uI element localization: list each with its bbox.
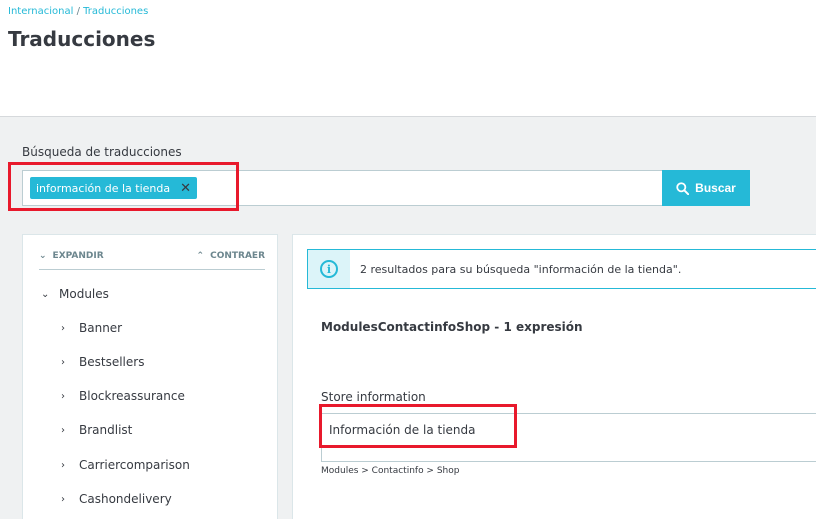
tree-item[interactable]: › Banner [61, 321, 122, 335]
translation-highlight [319, 404, 517, 448]
chevron-right-icon: › [61, 424, 65, 436]
info-icon: i [320, 260, 338, 278]
chevron-right-icon: › [61, 322, 65, 334]
tree-item[interactable]: › Brandlist [61, 423, 132, 437]
expand-all-button[interactable]: ⌄ EXPANDIR [39, 251, 104, 261]
chevron-right-icon: › [61, 493, 65, 505]
tree-item-modules[interactable]: ⌄ Modules [41, 287, 109, 301]
tree-item[interactable]: › Blockreassurance [61, 389, 185, 403]
tree-toolbar: ⌄ EXPANDIR ⌃ CONTRAER [39, 249, 265, 270]
collapse-label: CONTRAER [210, 251, 265, 261]
tree-item-label: Blockreassurance [79, 389, 185, 403]
search-tag-highlight [8, 162, 239, 211]
chevron-down-icon: ⌄ [41, 288, 50, 300]
tree-item-label: Brandlist [79, 423, 133, 437]
chevron-up-icon: ⌃ [196, 251, 205, 261]
expand-label: EXPANDIR [52, 251, 104, 261]
domain-title: ModulesContactinfoShop - 1 expresión [321, 320, 583, 334]
chevron-down-icon: ⌄ [39, 251, 47, 261]
tree-item-label: Banner [79, 321, 123, 335]
search-icon [676, 181, 690, 195]
page-header: Internacional / Traducciones Traduccione… [0, 0, 816, 117]
breadcrumb-current[interactable]: Traducciones [83, 6, 148, 17]
results-panel: i 2 resultados para su búsqueda "informa… [292, 234, 816, 519]
search-label: Búsqueda de traducciones [22, 145, 182, 159]
info-alert: i 2 resultados para su búsqueda "informa… [307, 249, 816, 289]
search-button[interactable]: Buscar [662, 170, 750, 206]
tree-item-label: Cashondelivery [79, 492, 172, 506]
collapse-all-button[interactable]: ⌃ CONTRAER [197, 251, 265, 261]
breadcrumb-link-internacional[interactable]: Internacional [8, 6, 73, 17]
tree-item[interactable]: › Cashondelivery [61, 492, 172, 506]
page-title: Traducciones [8, 27, 156, 51]
alert-text: 2 resultados para su búsqueda "informaci… [360, 262, 682, 276]
search-button-label: Buscar [695, 181, 736, 195]
alert-icon-area: i [308, 250, 350, 288]
field-path: Modules > Contactinfo > Shop [321, 466, 460, 476]
chevron-right-icon: › [61, 390, 65, 402]
tree-item[interactable]: › Bestsellers [61, 355, 144, 369]
tree-item-label: Carriercomparison [79, 458, 190, 472]
chevron-right-icon: › [61, 356, 65, 368]
tree-item[interactable]: › Carriercomparison [61, 458, 190, 472]
translation-tree: ⌄ EXPANDIR ⌃ CONTRAER ⌄ Modules › Banner… [22, 234, 278, 519]
field-label: Store information [321, 390, 426, 404]
tree-item-label: Bestsellers [79, 355, 145, 369]
chevron-right-icon: › [61, 459, 65, 471]
tree-item-label: Modules [59, 287, 109, 301]
breadcrumb-separator: / [73, 6, 84, 17]
breadcrumb: Internacional / Traducciones [8, 6, 148, 17]
